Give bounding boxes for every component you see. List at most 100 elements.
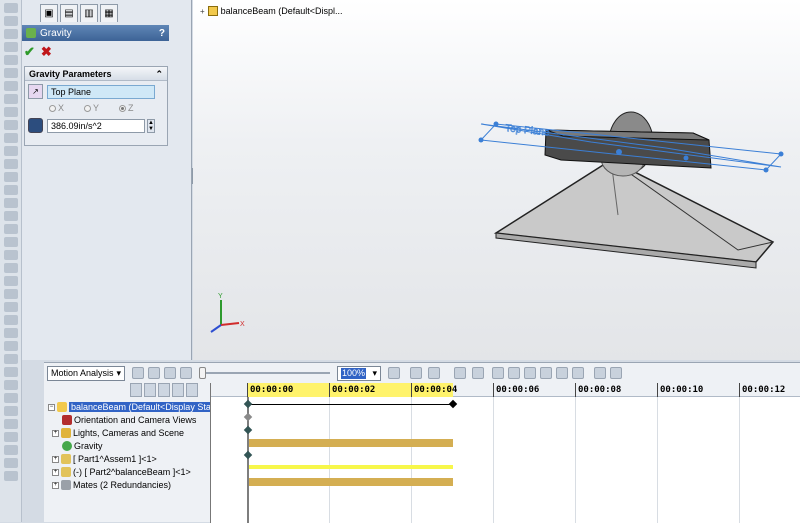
reverse-direction-icon[interactable]: ↗ <box>28 84 43 99</box>
tree-item-orientation[interactable]: Orientation and Camera Views <box>62 414 196 426</box>
playback-speed-thumb[interactable] <box>199 367 206 379</box>
tool-icon[interactable] <box>4 289 18 299</box>
help-button[interactable]: ? <box>159 28 165 39</box>
collapse-chevron-icon[interactable]: ⌃ <box>155 69 163 79</box>
play-from-start-icon[interactable] <box>148 367 160 379</box>
axis-x-radio[interactable]: X <box>49 103 64 113</box>
tool-icon[interactable] <box>4 367 18 377</box>
tool-icon[interactable] <box>4 315 18 325</box>
filter-results-icon[interactable] <box>186 383 198 397</box>
filter-driving-icon[interactable] <box>158 383 170 397</box>
tool-icon[interactable] <box>4 172 18 182</box>
tool-icon[interactable] <box>4 107 18 117</box>
damper-icon[interactable] <box>524 367 536 379</box>
filter-icon[interactable] <box>130 383 142 397</box>
tool-icon[interactable] <box>4 471 18 481</box>
tool-icon[interactable] <box>4 198 18 208</box>
autokey-icon[interactable] <box>454 367 466 379</box>
spring-icon[interactable] <box>508 367 520 379</box>
key-point[interactable] <box>243 425 253 435</box>
tree-item-part1[interactable]: + [ Part1^Assem1 ]<1> <box>52 453 157 465</box>
plane-handle[interactable] <box>778 151 784 157</box>
tool-icon[interactable] <box>4 341 18 351</box>
start-key-point[interactable] <box>243 399 253 409</box>
display-manager-tab[interactable]: ▦ <box>100 4 118 22</box>
timeline-panel[interactable]: 00:00:00 00:00:02 00:00:04 00:00:06 00:0… <box>210 383 800 523</box>
zoom-select[interactable]: 100% ▾ <box>337 366 381 381</box>
add-key-icon[interactable] <box>472 367 484 379</box>
tool-icon[interactable] <box>4 81 18 91</box>
plane-handle[interactable] <box>493 121 499 127</box>
collapse-toggle[interactable]: − <box>48 403 55 411</box>
tree-item-gravity[interactable]: Gravity <box>62 440 103 452</box>
configuration-manager-tab[interactable]: ▥ <box>80 4 98 22</box>
value-spinner[interactable]: ▲ ▼ <box>147 118 155 133</box>
feature-manager-tab[interactable]: ▣ <box>40 4 58 22</box>
tool-icon[interactable] <box>4 185 18 195</box>
tool-icon[interactable] <box>4 133 18 143</box>
key-point[interactable] <box>243 450 253 460</box>
direction-reference-field[interactable]: Top Plane <box>47 84 155 99</box>
tool-icon[interactable] <box>4 94 18 104</box>
tool-icon[interactable] <box>4 16 18 26</box>
motor-icon[interactable] <box>492 367 504 379</box>
key-point[interactable] <box>243 412 253 422</box>
gravity-timeline-bar[interactable] <box>249 439 453 447</box>
plane-handle[interactable] <box>763 167 769 173</box>
axis-z-radio[interactable]: Z <box>119 103 134 113</box>
tool-icon[interactable] <box>4 237 18 247</box>
plane-handle[interactable] <box>616 149 622 155</box>
tool-icon[interactable] <box>4 393 18 403</box>
stop-icon[interactable] <box>180 367 192 379</box>
tool-icon[interactable] <box>4 263 18 273</box>
playback-speed-track[interactable] <box>202 372 330 374</box>
save-animation-icon[interactable] <box>410 367 422 379</box>
tree-item-mates[interactable]: + Mates (2 Redundancies) <box>52 479 171 491</box>
tool-icon[interactable] <box>4 302 18 312</box>
study-type-select[interactable]: Motion Analysis ▾ <box>47 366 125 381</box>
tree-item-lights[interactable]: + Lights, Cameras and Scene <box>52 427 184 439</box>
play-icon[interactable] <box>164 367 176 379</box>
tree-item-assembly[interactable]: − balanceBeam (Default<Display State-1 <box>48 401 229 413</box>
tool-icon[interactable] <box>4 42 18 52</box>
timeline-ruler[interactable]: 00:00:00 00:00:02 00:00:04 00:00:06 00:0… <box>211 383 800 397</box>
tool-icon[interactable] <box>4 419 18 429</box>
tool-icon[interactable] <box>4 224 18 234</box>
expand-toggle[interactable]: + <box>52 429 59 437</box>
tool-icon[interactable] <box>4 3 18 13</box>
tool-icon[interactable] <box>4 276 18 286</box>
tool-icon[interactable] <box>4 250 18 260</box>
tool-icon[interactable] <box>4 445 18 455</box>
tool-icon[interactable] <box>4 211 18 221</box>
tool-icon[interactable] <box>4 159 18 169</box>
expand-toggle[interactable]: + <box>52 481 59 489</box>
mates-timeline-bar[interactable] <box>249 478 453 486</box>
results-plots-icon[interactable] <box>594 367 606 379</box>
tool-icon[interactable] <box>4 55 18 65</box>
tool-icon[interactable] <box>4 146 18 156</box>
animation-wizard-icon[interactable] <box>428 367 440 379</box>
gravity-value-input[interactable]: 386.09in/s^2 <box>47 118 145 133</box>
gravity-tool-icon[interactable] <box>572 367 584 379</box>
axis-y-radio[interactable]: Y <box>84 103 99 113</box>
assembly-timeline-bar[interactable] <box>249 404 453 405</box>
contact-icon[interactable] <box>556 367 568 379</box>
group-header[interactable]: Gravity Parameters ⌃ <box>25 67 167 81</box>
tool-icon[interactable] <box>4 29 18 39</box>
expand-toggle[interactable]: + <box>52 455 59 463</box>
model-viewport[interactable]: Top Plane Y X <box>193 0 800 360</box>
filter-selected-icon[interactable] <box>172 383 184 397</box>
force-icon[interactable] <box>540 367 552 379</box>
plane-handle[interactable] <box>683 155 689 161</box>
filter-animated-icon[interactable] <box>144 383 156 397</box>
tool-icon[interactable] <box>4 406 18 416</box>
property-manager-tab[interactable]: ▤ <box>60 4 78 22</box>
tree-item-part2[interactable]: + (-) [ Part2^balanceBeam ]<1> <box>52 466 191 478</box>
expand-toggle[interactable]: + <box>52 468 59 476</box>
arrow-icon[interactable] <box>388 367 400 379</box>
tool-icon[interactable] <box>4 380 18 390</box>
tool-icon[interactable] <box>4 328 18 338</box>
ok-check-icon[interactable]: ✔ <box>24 44 35 60</box>
tool-icon[interactable] <box>4 68 18 78</box>
tool-icon[interactable] <box>4 354 18 364</box>
